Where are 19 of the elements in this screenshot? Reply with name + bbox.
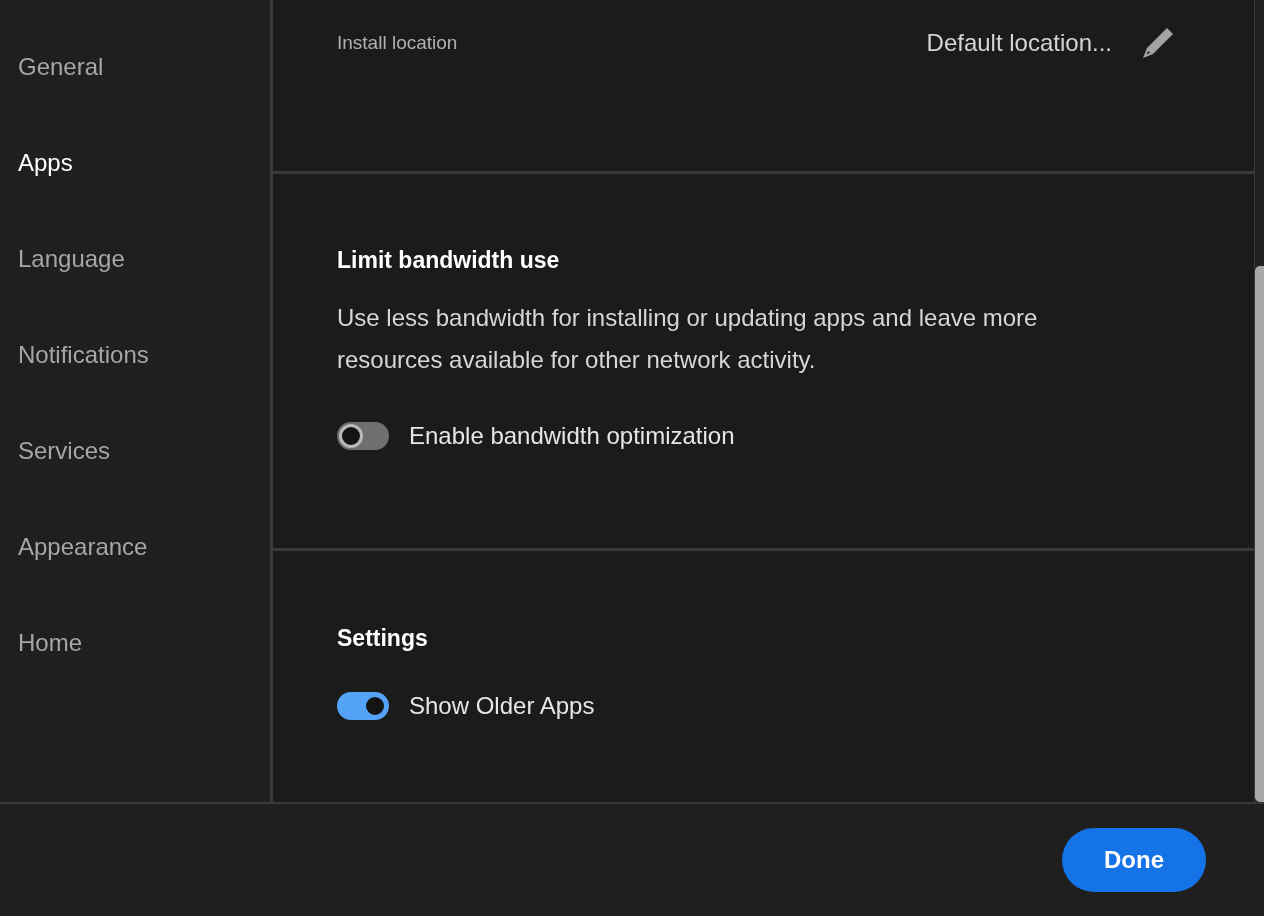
toggle-label: Show Older Apps [409,692,595,720]
sidebar-item[interactable]: Notifications [18,340,149,370]
toggle-switch[interactable] [337,692,389,720]
scrollbar-thumb[interactable] [1255,266,1264,802]
section-title: Limit bandwidth use [337,246,560,274]
field-label: Install location [337,32,458,54]
done-button[interactable]: Done [1062,828,1206,892]
sidebar-item[interactable]: Home [18,628,83,658]
sidebar-item[interactable]: Apps [18,148,73,178]
field-value: Default location... [926,29,1112,57]
sidebar-item[interactable]: General [18,52,104,82]
pencil-icon[interactable] [1142,27,1174,59]
sidebar-item[interactable]: Services [18,436,111,466]
sidebar-item[interactable]: Appearance [18,532,148,562]
toggle-label: Enable bandwidth optimization [409,422,735,450]
section-description: Use less bandwidth for installing or updating apps and leave more resources available for other network activity. [337,303,1039,375]
sidebar-item[interactable]: Language [18,244,125,274]
toggle-switch[interactable] [337,422,389,450]
section-title: Settings [337,624,428,652]
